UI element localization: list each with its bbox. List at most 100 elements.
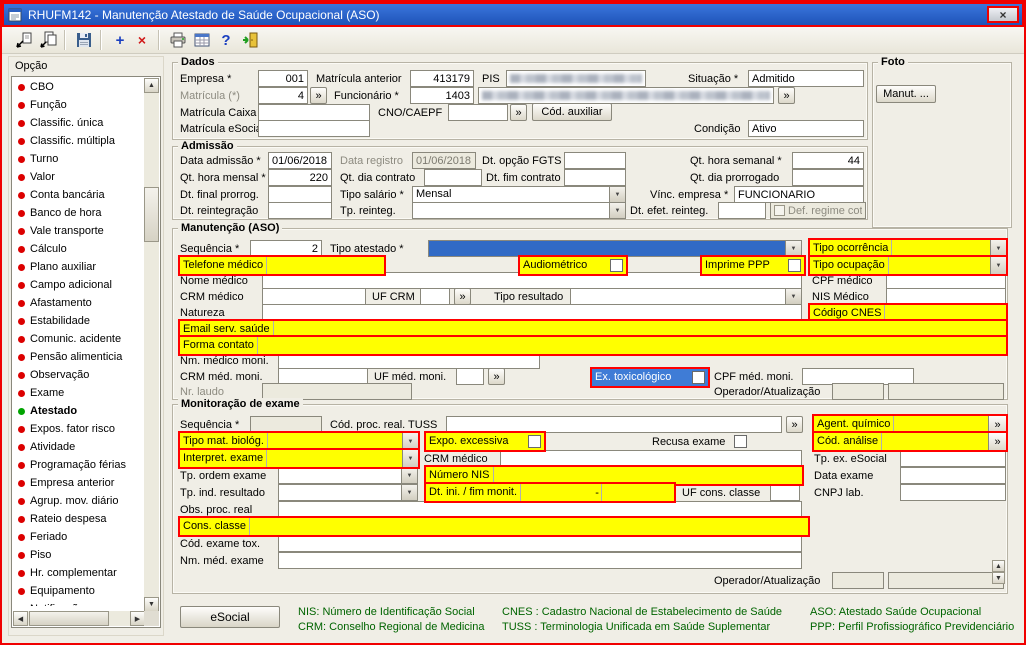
sidebar-item-atividade[interactable]: Atividade: [13, 438, 145, 456]
sidebar-item-notificacao[interactable]: Notificação: [13, 600, 145, 606]
chevron-down-icon[interactable]: ▼: [785, 241, 801, 256]
sidebar-item-classific-unica[interactable]: Classific. única: [13, 114, 145, 132]
sidebar-item-cbo[interactable]: CBO: [13, 78, 145, 96]
sidebar-item-plano-auxiliar[interactable]: Plano auxiliar: [13, 258, 145, 276]
cod-analise-input[interactable]: [881, 433, 988, 450]
cod-analise-lookup-button[interactable]: »: [988, 433, 1006, 450]
empresa-input[interactable]: [258, 70, 308, 87]
manut-button[interactable]: Manut. ...: [876, 85, 936, 103]
chevron-down-icon[interactable]: ▼: [402, 450, 418, 467]
data-admissao-input[interactable]: [268, 152, 332, 169]
sidebar-item-valor[interactable]: Valor: [13, 168, 145, 186]
sidebar-item-classific-multipla[interactable]: Classific. múltipla: [13, 132, 145, 150]
print-button[interactable]: [166, 29, 190, 51]
monitoracao-scroll-down-button[interactable]: ▼: [992, 572, 1005, 584]
cons-classe-input[interactable]: [248, 518, 808, 535]
sidebar-item-conta-bancaria[interactable]: Conta bancária: [13, 186, 145, 204]
sidebar-item-rateio-despesa[interactable]: Rateio despesa: [13, 510, 145, 528]
dt-fim-contrato-input[interactable]: [564, 169, 626, 186]
sidebar-item-campo-adicional[interactable]: Campo adicional: [13, 276, 145, 294]
vinc-empresa-input[interactable]: [734, 186, 864, 203]
audiometrico-checkbox[interactable]: [610, 259, 623, 272]
cod-auxiliar-button[interactable]: Cód. auxiliar: [532, 103, 612, 121]
add-button[interactable]: +: [108, 29, 132, 51]
esocial-button[interactable]: eSocial: [180, 606, 280, 628]
tp-ordem-exame-combo[interactable]: ▼: [278, 467, 418, 484]
data-exame-input[interactable]: [900, 467, 1006, 484]
dt-reintegracao-input[interactable]: [268, 202, 332, 219]
sidebar-item-equipamento[interactable]: Equipamento: [13, 582, 145, 600]
dt-ini-monit-input[interactable]: [520, 484, 594, 501]
tp-ind-resultado-combo[interactable]: ▼: [278, 484, 418, 501]
qt-hora-semanal-input[interactable]: [792, 152, 864, 169]
uf-med-moni-input[interactable]: [456, 368, 484, 385]
qt-dia-contrato-input[interactable]: [424, 169, 482, 186]
sidebar-item-estabilidade[interactable]: Estabilidade: [13, 312, 145, 330]
expo-excessiva-checkbox[interactable]: [528, 435, 541, 448]
sidebar-item-expos-fator-risco[interactable]: Expos. fator risco: [13, 420, 145, 438]
dt-fim-monit-input[interactable]: [600, 484, 675, 501]
close-button[interactable]: ×: [987, 6, 1019, 23]
matricula-caixa-input[interactable]: [258, 104, 370, 121]
interpret-exame-combo[interactable]: ▼: [266, 450, 418, 467]
cno-caepf-input[interactable]: [448, 104, 508, 121]
forma-contato-input[interactable]: [256, 337, 1006, 354]
tp-ex-esocial-input[interactable]: [900, 450, 1006, 467]
sidebar-item-empresa-anterior[interactable]: Empresa anterior: [13, 474, 145, 492]
ex-toxicologico-checkbox[interactable]: [692, 371, 705, 384]
crm-medico-input[interactable]: [262, 288, 366, 305]
sidebar-item-vale-transporte[interactable]: Vale transporte: [13, 222, 145, 240]
cno-caepf-lookup-button[interactable]: »: [510, 104, 527, 121]
sidebar-item-atestado[interactable]: Atestado: [13, 402, 145, 420]
sidebar-scroll-right-button[interactable]: ▶: [130, 611, 145, 626]
chevron-down-icon[interactable]: ▼: [401, 468, 417, 483]
sidebar-item-afastamento[interactable]: Afastamento: [13, 294, 145, 312]
sidebar-item-funcao[interactable]: Função: [13, 96, 145, 114]
nm-med-exame-input[interactable]: [278, 552, 802, 569]
qt-hora-mensal-input[interactable]: [268, 169, 332, 186]
tp-reinteg-combo[interactable]: ▼: [412, 202, 626, 219]
insert-record-button[interactable]: [36, 29, 60, 51]
sidebar-item-exame[interactable]: Exame: [13, 384, 145, 402]
delete-button[interactable]: ×: [130, 29, 154, 51]
chevron-down-icon[interactable]: ▼: [785, 289, 801, 304]
sidebar-item-banco-de-hora[interactable]: Banco de hora: [13, 204, 145, 222]
navigate-record-button[interactable]: [12, 29, 36, 51]
cod-exame-tox-input[interactable]: [278, 535, 802, 552]
dt-efet-reinteg-input[interactable]: [718, 202, 766, 219]
cod-proc-tuss-lookup-button[interactable]: »: [786, 416, 803, 433]
telefone-medico-input[interactable]: [266, 257, 384, 274]
pis-input-redacted[interactable]: [506, 70, 646, 87]
imprime-ppp-checkbox[interactable]: [788, 259, 801, 272]
sidebar-scroll-left-button[interactable]: ◀: [13, 611, 28, 626]
funcionario-input[interactable]: [410, 87, 474, 104]
matricula-anterior-input[interactable]: [410, 70, 474, 87]
matricula-lookup-button[interactable]: »: [310, 87, 327, 104]
chevron-down-icon[interactable]: ▼: [609, 203, 625, 218]
tipo-ocupacao-combo[interactable]: ▼: [887, 257, 1006, 274]
situacao-input[interactable]: [748, 70, 864, 87]
monitoracao-scroll-up-button[interactable]: ▲: [992, 560, 1005, 572]
qt-dia-prorrogado-input[interactable]: [792, 169, 864, 186]
sidebar-item-hr-complementar[interactable]: Hr. complementar: [13, 564, 145, 582]
chevron-down-icon[interactable]: ▼: [401, 485, 417, 500]
funcionario-lookup-button[interactable]: »: [778, 87, 795, 104]
sidebar-scroll-down-button[interactable]: ▼: [144, 597, 159, 612]
uf-cons-classe-input[interactable]: [770, 484, 800, 501]
matricula-input[interactable]: [258, 87, 308, 104]
sidebar-vscroll-thumb[interactable]: [144, 187, 159, 242]
dt-final-prorrog-input[interactable]: [268, 186, 332, 203]
grid-view-button[interactable]: [190, 29, 214, 51]
sidebar-item-observacao[interactable]: Observação: [13, 366, 145, 384]
sidebar-item-programacao-ferias[interactable]: Programação férias: [13, 456, 145, 474]
sidebar-item-feriado[interactable]: Feriado: [13, 528, 145, 546]
recusa-exame-checkbox[interactable]: [734, 435, 747, 448]
sidebar-item-piso[interactable]: Piso: [13, 546, 145, 564]
sidebar-item-comunic-acidente[interactable]: Comunic. acidente: [13, 330, 145, 348]
cnpj-lab-input[interactable]: [900, 484, 1006, 501]
save-button[interactable]: [72, 29, 96, 51]
sidebar-item-pensao-alimenticia[interactable]: Pensão alimenticia: [13, 348, 145, 366]
crm-lookup-button[interactable]: »: [454, 288, 471, 305]
help-button[interactable]: ?: [214, 29, 238, 51]
tipo-salario-combo[interactable]: Mensal ▼: [412, 186, 626, 203]
